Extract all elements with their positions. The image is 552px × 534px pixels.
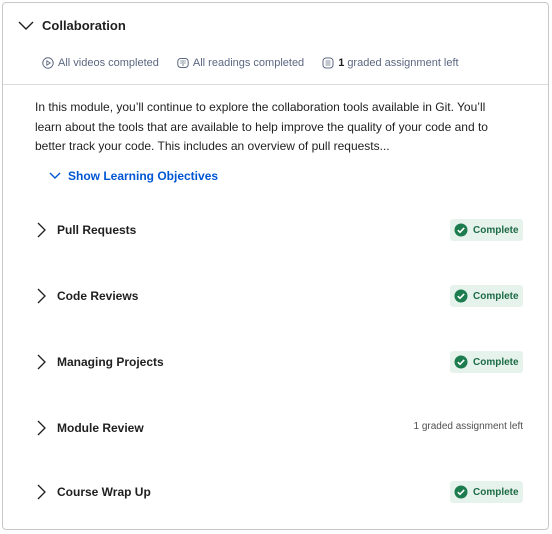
show-learning-objectives-label: Show Learning Objectives bbox=[68, 169, 219, 183]
lesson-item-course-wrap-up[interactable]: Course Wrap Up Complete bbox=[3, 473, 548, 513]
lesson-title: Pull Requests bbox=[57, 223, 137, 237]
complete-badge-label: Complete bbox=[473, 290, 519, 302]
check-circle-icon bbox=[454, 223, 468, 237]
play-circle-icon bbox=[42, 57, 54, 69]
complete-badge-label: Complete bbox=[473, 224, 519, 236]
module-card: Collaboration All videos completed All r… bbox=[2, 2, 549, 530]
chevron-right-icon bbox=[33, 353, 49, 371]
lesson-title: Code Reviews bbox=[57, 289, 139, 303]
lesson-title: Course Wrap Up bbox=[57, 485, 151, 499]
complete-badge: Complete bbox=[450, 481, 523, 503]
chevron-down-icon[interactable] bbox=[17, 17, 35, 35]
lesson-item-module-review[interactable]: Module Review 1 graded assignment left bbox=[3, 409, 548, 449]
chevron-right-icon bbox=[33, 221, 49, 239]
lesson-item-managing-projects[interactable]: Managing Projects Complete bbox=[3, 343, 548, 383]
complete-badge-label: Complete bbox=[473, 486, 519, 498]
readings-stat: All readings completed bbox=[177, 57, 304, 69]
readings-stat-label: All readings completed bbox=[192, 57, 305, 69]
chevron-down-icon bbox=[49, 172, 61, 179]
chevron-right-icon bbox=[33, 419, 49, 437]
module-title: Collaboration bbox=[42, 18, 126, 33]
module-stats: All videos completed All readings comple… bbox=[42, 55, 477, 71]
lesson-item-code-reviews[interactable]: Code Reviews Complete bbox=[3, 277, 548, 317]
book-icon bbox=[177, 58, 189, 68]
lesson-title: Module Review bbox=[57, 421, 144, 435]
graded-stat: 1 graded assignment left bbox=[322, 57, 459, 69]
videos-stat-label: All videos completed bbox=[58, 57, 159, 69]
check-circle-icon bbox=[454, 355, 468, 369]
module-description: In this module, you’ll continue to explo… bbox=[35, 100, 488, 153]
graded-assignment-left-label: 1 graded assignment left bbox=[413, 421, 523, 432]
complete-badge: Complete bbox=[450, 351, 523, 373]
videos-stat: All videos completed bbox=[42, 57, 159, 69]
complete-badge-label: Complete bbox=[473, 356, 519, 368]
graded-stat-label: graded assignment left bbox=[347, 57, 459, 69]
assignment-icon bbox=[322, 57, 334, 69]
module-header[interactable]: Collaboration All videos completed All r… bbox=[3, 3, 548, 85]
chevron-right-icon bbox=[33, 287, 49, 305]
lesson-item-pull-requests[interactable]: Pull Requests Complete bbox=[3, 211, 548, 251]
check-circle-icon bbox=[454, 289, 468, 303]
complete-badge: Complete bbox=[450, 219, 523, 241]
complete-badge: Complete bbox=[450, 285, 523, 307]
chevron-right-icon bbox=[33, 483, 49, 501]
lesson-title: Managing Projects bbox=[57, 355, 164, 369]
show-learning-objectives-button[interactable]: Show Learning Objectives bbox=[48, 167, 218, 185]
check-circle-icon bbox=[454, 485, 468, 499]
graded-count: 1 bbox=[338, 57, 345, 69]
